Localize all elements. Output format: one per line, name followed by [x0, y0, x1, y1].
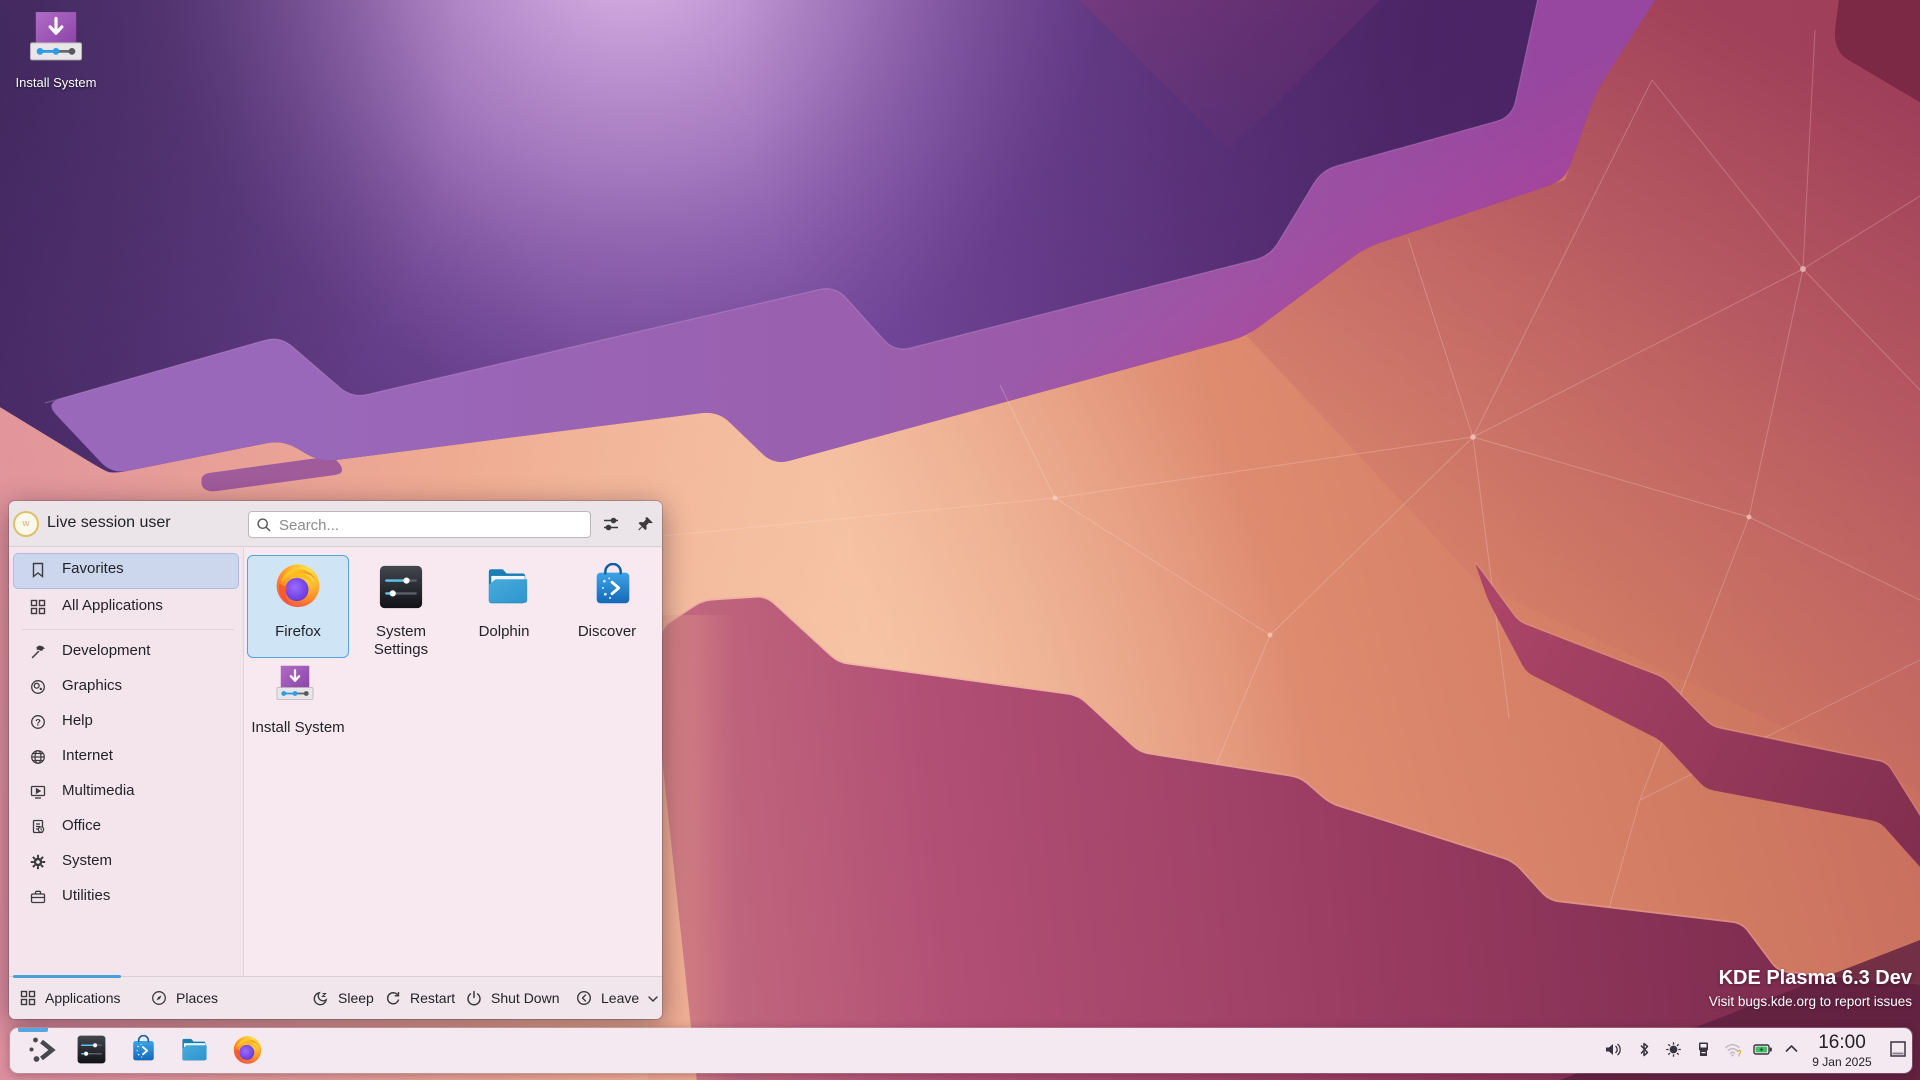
svg-text:?: ?: [35, 717, 41, 728]
svg-text:?: ?: [1737, 1049, 1742, 1059]
